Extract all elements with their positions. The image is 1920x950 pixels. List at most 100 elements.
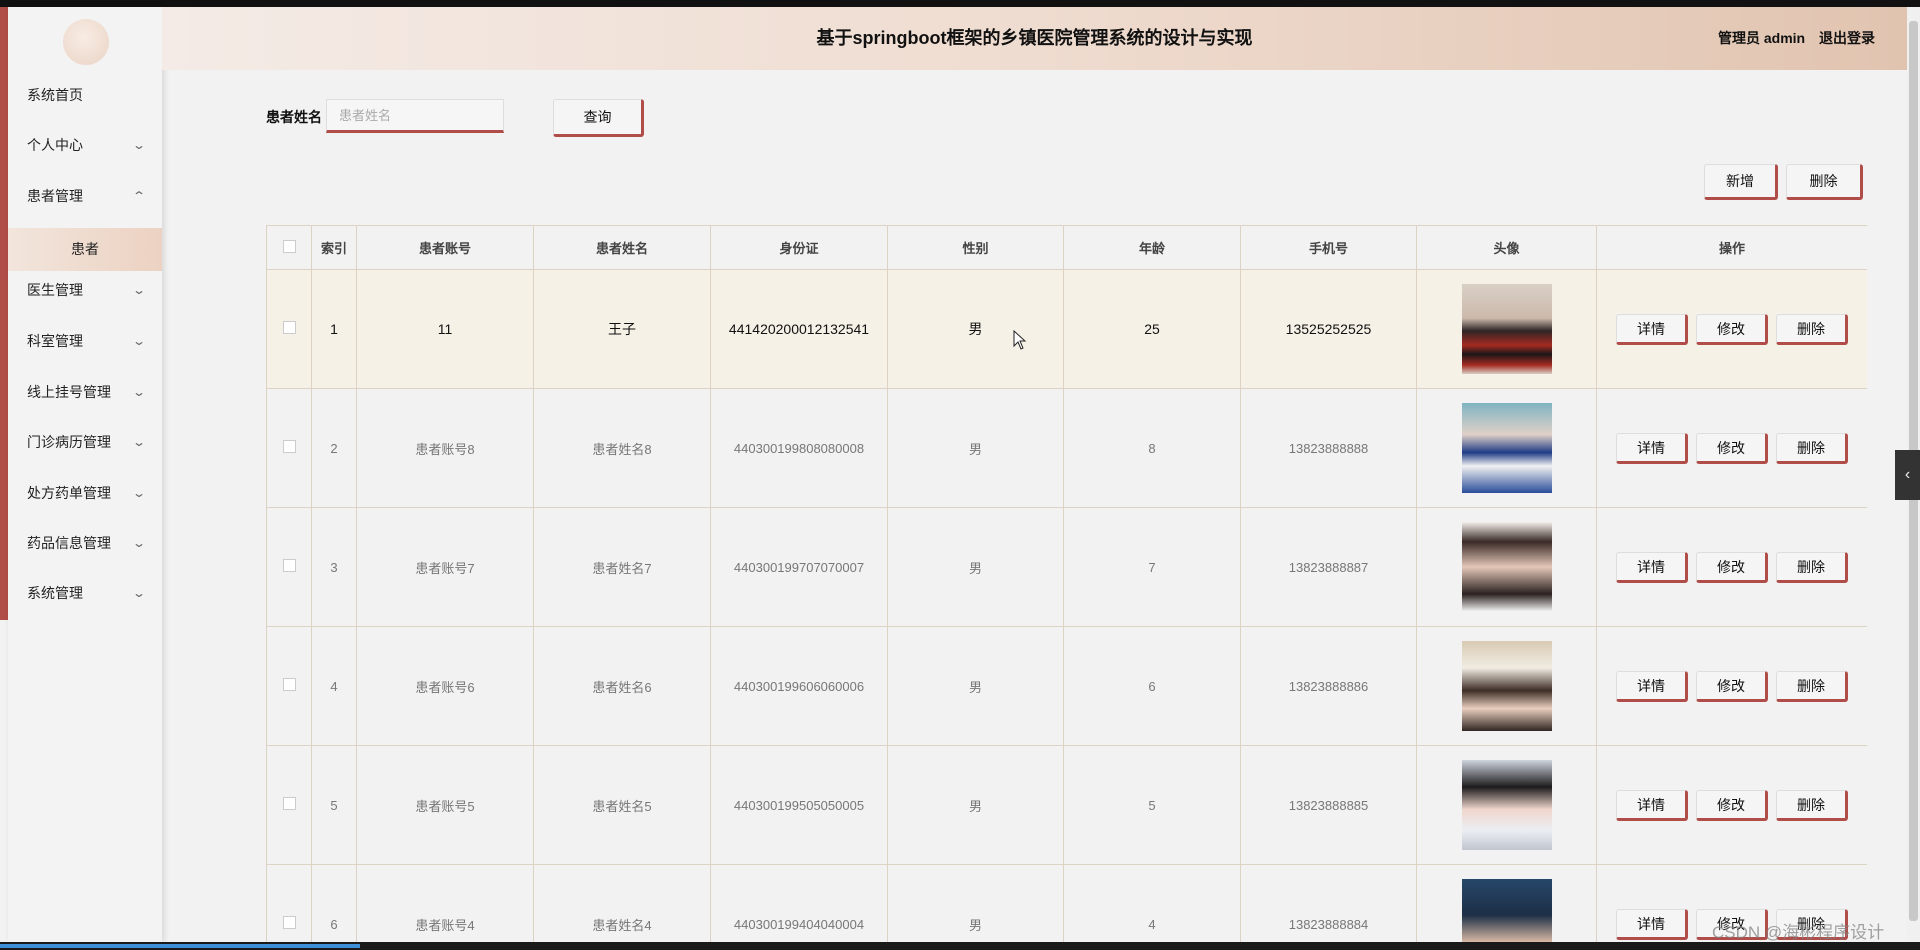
name-cell: 患者姓名4 [533,864,711,945]
sidebar-item-personal-center[interactable]: 个人中心 ⌄ [8,130,162,160]
row-checkbox[interactable] [282,321,296,334]
sidebar-item-doctor-management[interactable]: 医生管理 ⌄ [8,275,162,305]
sidebar-item-label: 系统首页 [27,87,83,103]
header: 基于springboot框架的乡镇医院管理系统的设计与实现 管理员 admin … [162,7,1907,70]
patient-table-container: 索引 患者账号 患者姓名 身份证 性别 年龄 手机号 头像 操作 1 11 王子… [266,225,1867,945]
sidebar-item-prescription-management[interactable]: 处方药单管理 ⌄ [8,478,162,508]
sidebar-item-outpatient-records[interactable]: 门诊病历管理 ⌄ [8,427,162,457]
gender-cell: 男 [887,864,1064,945]
edit-button[interactable]: 修改 [1696,551,1768,583]
avatar [1461,403,1552,493]
sidebar-subitem-patient[interactable]: 患者 [8,228,162,271]
phone-cell: 13525252525 [1240,269,1417,389]
actions-cell: 详情 修改 删除 [1596,388,1867,508]
table-row[interactable]: 1 11 王子 441420200012132541 男 25 13525252… [266,269,1867,389]
page-title: 基于springboot框架的乡镇医院管理系统的设计与实现 [816,28,1253,48]
select-all-checkbox[interactable] [282,239,296,253]
row-select-cell [266,745,312,865]
delete-button[interactable]: 删除 [1776,789,1848,821]
edit-button[interactable]: 修改 [1696,670,1768,702]
delete-button[interactable]: 删除 [1776,670,1848,702]
table-row[interactable]: 6 患者账号4 患者姓名4 440300199404040004 男 4 138… [266,864,1867,945]
delete-button[interactable]: 删除 [1776,313,1848,345]
column-header: 手机号 [1240,225,1417,270]
edit-button[interactable]: 修改 [1696,789,1768,821]
row-select-cell [266,626,312,746]
chevron-down-icon: ⌄ [131,435,147,449]
name-cell: 患者姓名7 [533,507,711,627]
edit-button[interactable]: 修改 [1696,313,1768,345]
sidebar-item-online-registration[interactable]: 线上挂号管理 ⌄ [8,377,162,407]
chevron-down-icon: ⌄ [131,138,147,152]
account-cell: 患者账号7 [356,507,534,627]
id-card-cell: 440300199707070007 [710,507,888,627]
phone-cell: 13823888887 [1240,507,1417,627]
account-cell: 患者账号5 [356,745,534,865]
chevron-down-icon: ⌄ [131,486,147,500]
detail-button[interactable]: 详情 [1616,670,1688,702]
avatar [1461,760,1552,850]
avatar [1461,522,1552,612]
add-button[interactable]: 新增 [1704,164,1778,200]
edit-button[interactable]: 修改 [1696,432,1768,464]
row-select-cell [266,269,312,389]
progress-fill [0,944,360,948]
logo [63,19,109,65]
age-cell: 6 [1063,626,1241,746]
row-checkbox[interactable] [282,559,296,572]
table-row[interactable]: 3 患者账号7 患者姓名7 440300199707070007 男 7 138… [266,507,1867,627]
logout-link[interactable]: 退出登录 [1819,30,1875,46]
row-checkbox[interactable] [282,678,296,691]
row-checkbox[interactable] [282,440,296,453]
column-header: 性别 [887,225,1064,270]
batch-delete-button[interactable]: 删除 [1786,164,1863,200]
sidebar-item-label: 处方药单管理 [27,485,111,501]
sidebar-item-label: 个人中心 [27,137,83,153]
user-label: 管理员 admin [1717,30,1806,46]
age-cell: 8 [1063,388,1241,508]
id-card-cell: 440300199808080008 [710,388,888,508]
detail-button[interactable]: 详情 [1616,432,1688,464]
mouse-cursor-icon [1013,330,1027,350]
avatar-cell [1416,269,1597,389]
row-checkbox[interactable] [282,916,296,929]
name-cell: 患者姓名5 [533,745,711,865]
detail-button[interactable]: 详情 [1616,908,1688,940]
search-button[interactable]: 查询 [553,99,644,137]
sidebar-item-label: 线上挂号管理 [27,384,111,400]
name-cell: 王子 [533,269,711,389]
sidebar-item-patient-management[interactable]: 患者管理 ⌃ [8,181,162,211]
row-checkbox[interactable] [282,797,296,810]
collapse-handle-chevron-left-icon[interactable]: ‹ [1895,450,1920,500]
delete-button[interactable]: 删除 [1776,432,1848,464]
table-row[interactable]: 5 患者账号5 患者姓名5 440300199505050005 男 5 138… [266,745,1867,865]
avatar [1461,641,1552,731]
age-cell: 4 [1063,864,1241,945]
sidebar-item-system-management[interactable]: 系统管理 ⌄ [8,578,162,608]
sidebar-item-drug-info[interactable]: 药品信息管理 ⌄ [8,528,162,558]
detail-button[interactable]: 详情 [1616,789,1688,821]
sidebar-item-label: 医生管理 [27,282,83,298]
detail-button[interactable]: 详情 [1616,551,1688,583]
row-select-cell [266,388,312,508]
column-header: 索引 [311,225,357,270]
account-cell: 11 [356,269,534,389]
index-cell: 6 [311,864,357,945]
column-header: 患者姓名 [533,225,711,270]
patient-table: 索引 患者账号 患者姓名 身份证 性别 年龄 手机号 头像 操作 1 11 王子… [266,225,1867,945]
table-header-row: 索引 患者账号 患者姓名 身份证 性别 年龄 手机号 头像 操作 [266,225,1867,270]
patient-name-search-input[interactable] [326,99,504,133]
sidebar-item-home[interactable]: 系统首页 [8,80,162,110]
sidebar-item-label: 科室管理 [27,333,83,349]
video-progress-bar[interactable] [0,942,1920,950]
avatar-cell [1416,864,1597,945]
index-cell: 5 [311,745,357,865]
window-top-strip [0,0,1920,7]
age-cell: 5 [1063,745,1241,865]
chevron-down-icon: ⌄ [131,586,147,600]
detail-button[interactable]: 详情 [1616,313,1688,345]
table-row[interactable]: 4 患者账号6 患者姓名6 440300199606060006 男 6 138… [266,626,1867,746]
sidebar-item-department-management[interactable]: 科室管理 ⌄ [8,326,162,356]
delete-button[interactable]: 删除 [1776,551,1848,583]
table-row[interactable]: 2 患者账号8 患者姓名8 440300199808080008 男 8 138… [266,388,1867,508]
